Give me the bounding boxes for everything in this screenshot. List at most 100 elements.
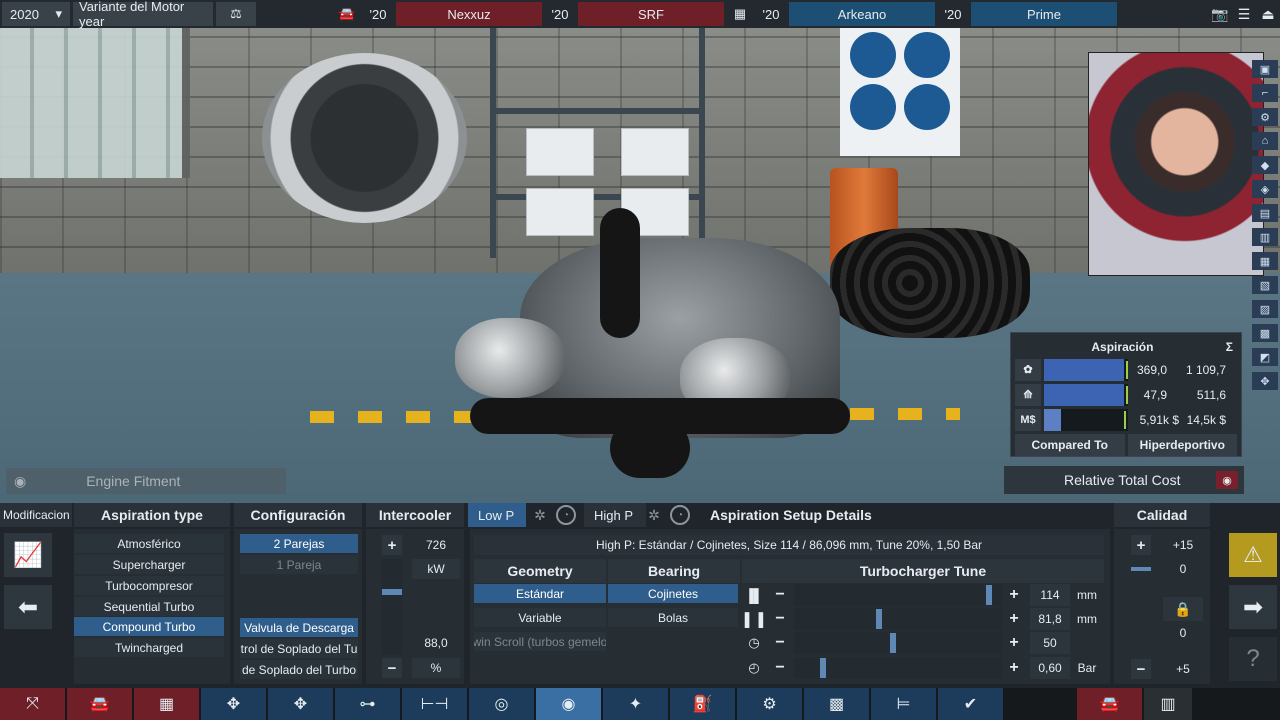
minus-button[interactable]: − <box>770 584 790 606</box>
nav-exhaust-icon[interactable]: ⚙ <box>737 688 802 720</box>
tool-icon[interactable]: ▨ <box>1252 300 1278 318</box>
gear-icon[interactable]: ✲ <box>644 505 664 525</box>
nav-finish-icon[interactable]: ✔ <box>938 688 1003 720</box>
eye-icon: ◉ <box>14 472 27 489</box>
gauge-icon[interactable]: ◔ <box>556 505 576 525</box>
arrow-right-button[interactable]: ➡ <box>1229 585 1277 629</box>
aspiration-option[interactable]: Twincharged <box>74 638 224 657</box>
plus-button[interactable]: + <box>1004 657 1024 679</box>
turbine-size-icon: ▌▐ <box>744 611 764 627</box>
aspiration-stats-panel: Aspiración Σ ✿ 369,0 1 109,7 ⟰ 47,9 511,… <box>1010 332 1242 457</box>
help-icon[interactable]: ? <box>1229 637 1277 681</box>
intercooler-minus-button[interactable]: − <box>382 658 402 678</box>
comparison-slot[interactable]: Prime <box>971 2 1117 26</box>
warning-icon[interactable]: ⚠ <box>1229 533 1277 577</box>
tune-slider[interactable] <box>794 632 1002 654</box>
nav-aspiration-icon[interactable]: ◉ <box>536 688 601 720</box>
config-option[interactable]: 2 Parejas <box>240 534 358 553</box>
minus-button[interactable]: − <box>770 657 790 679</box>
calidad-bottom-value: 0 <box>1179 626 1187 640</box>
minus-button[interactable]: − <box>770 632 790 654</box>
balance-scale-icon[interactable]: ⚖ <box>216 2 256 26</box>
intercooler-plus-button[interactable]: + <box>382 535 402 555</box>
variant-name[interactable]: Variante del Motor year <box>73 0 213 29</box>
stat-bar <box>1044 408 1128 431</box>
tool-icon[interactable]: ◈ <box>1252 180 1278 198</box>
nav-tune-icon[interactable]: ▩ <box>804 688 869 720</box>
tab-high-p[interactable]: High P <box>584 503 646 527</box>
aspiration-option[interactable]: Compound Turbo <box>74 617 224 636</box>
tune-slider[interactable] <box>794 584 1002 606</box>
nav-block-icon[interactable]: ✥ <box>201 688 266 720</box>
plus-button[interactable]: + <box>1004 584 1024 606</box>
plus-button[interactable]: + <box>1004 632 1024 654</box>
geometry-option[interactable]: win Scroll (turbos gemelo <box>474 632 606 651</box>
valve-option[interactable]: trol de Soplado del Tu <box>240 639 358 658</box>
bearing-option[interactable]: Bolas <box>608 608 738 627</box>
valve-option[interactable]: de Soplado del Turbo <box>240 660 358 679</box>
bearing-option[interactable]: Cojinetes <box>608 584 738 603</box>
arrow-left-button[interactable]: ⬅ <box>4 585 52 629</box>
tool-icon[interactable]: ⌂ <box>1252 132 1278 150</box>
geometry-option[interactable]: Variable <box>474 608 606 627</box>
aspiration-option[interactable]: Turbocompresor <box>74 576 224 595</box>
minus-button[interactable]: − <box>770 608 790 630</box>
nav-family-icon[interactable]: ⤧ <box>0 688 65 720</box>
tool-icon[interactable]: ▩ <box>1252 324 1278 342</box>
intercooler-slider[interactable] <box>382 559 402 655</box>
nav-fuel-icon[interactable]: ✦ <box>603 688 668 720</box>
chart-icon[interactable]: 📈 <box>4 533 52 577</box>
comparison-slot[interactable]: Arkeano <box>789 2 935 26</box>
comparison-slot[interactable]: SRF <box>578 2 724 26</box>
tool-icon[interactable]: ◩ <box>1252 348 1278 366</box>
valve-option[interactable]: Valvula de Descarga <box>240 618 358 637</box>
tune-slider[interactable] <box>794 608 1002 630</box>
nav-car-icon[interactable]: 🚘 <box>67 688 132 720</box>
camera-icon[interactable]: ▣ <box>1252 60 1278 78</box>
nav-engine-icon[interactable]: ✥ <box>268 688 333 720</box>
tool-icon[interactable]: ▤ <box>1252 204 1278 222</box>
chevron-down-icon: ▾ <box>55 6 62 21</box>
menu-icon[interactable]: ☰ <box>1234 2 1254 26</box>
calidad-slider[interactable] <box>1131 559 1151 571</box>
nav-trim-icon[interactable]: ▦ <box>134 688 199 720</box>
plus-button[interactable]: + <box>1004 608 1024 630</box>
aspiration-option[interactable]: Atmosférico <box>74 534 224 553</box>
camera-icon[interactable]: 📷 <box>1210 2 1230 26</box>
comparison-slot[interactable]: Nexxuz <box>396 2 542 26</box>
tool-icon[interactable]: ▥ <box>1252 228 1278 246</box>
gear-icon[interactable]: ✲ <box>530 505 550 525</box>
tool-icon[interactable]: ▧ <box>1252 276 1278 294</box>
nav-test-icon[interactable]: ⊨ <box>871 688 936 720</box>
calidad-plus-button[interactable]: + <box>1131 535 1151 555</box>
calidad-minus-button[interactable]: − <box>1131 659 1151 679</box>
nav-fuel-system-icon[interactable]: ⛽ <box>670 688 735 720</box>
tool-icon[interactable]: ▦ <box>1252 252 1278 270</box>
compared-to-value[interactable]: Hiperdeportivo <box>1127 434 1237 456</box>
lock-icon[interactable]: 🔒 <box>1163 597 1203 621</box>
config-option[interactable]: 1 Pareja <box>240 555 358 574</box>
year-selector[interactable]: 2020 ▾ <box>2 2 70 26</box>
nav-market-icon[interactable]: ▥ <box>1144 688 1192 720</box>
exit-icon[interactable]: ⏏ <box>1258 2 1278 26</box>
side-toolbar: ▣ ⌐ ⚙ ⌂ ◆ ◈ ▤ ▥ ▦ ▧ ▨ ▩ ◩ ✥ <box>1252 60 1278 390</box>
tab-low-p[interactable]: Low P <box>468 503 526 527</box>
move-icon[interactable]: ✥ <box>1252 372 1278 390</box>
nav-valves-icon[interactable]: ◎ <box>469 688 534 720</box>
gauge-icon[interactable]: ◔ <box>670 505 690 525</box>
nav-bottom-end-icon[interactable]: ⊶ <box>335 688 400 720</box>
nav-car-design-icon[interactable]: 🚘 <box>1077 688 1142 720</box>
tune-value: 114 <box>1030 584 1070 606</box>
aspiration-option[interactable]: Supercharger <box>74 555 224 574</box>
intercooler-title: Intercooler <box>366 503 464 527</box>
eye-icon[interactable]: ◉ <box>1216 471 1238 489</box>
tool-icon[interactable]: ◆ <box>1252 156 1278 174</box>
tool-icon[interactable]: ⚙ <box>1252 108 1278 126</box>
geometry-option[interactable]: Estándar <box>474 584 606 603</box>
aspiration-option[interactable]: Sequential Turbo <box>74 597 224 616</box>
engine-fitment-toggle[interactable]: ◉ Engine Fitment <box>6 468 286 494</box>
tool-icon[interactable]: ⌐ <box>1252 84 1278 102</box>
tune-slider[interactable] <box>794 657 1002 679</box>
compressor-size-icon: ▐▌ <box>744 587 764 603</box>
nav-heads-icon[interactable]: ⊢⊣ <box>402 688 467 720</box>
